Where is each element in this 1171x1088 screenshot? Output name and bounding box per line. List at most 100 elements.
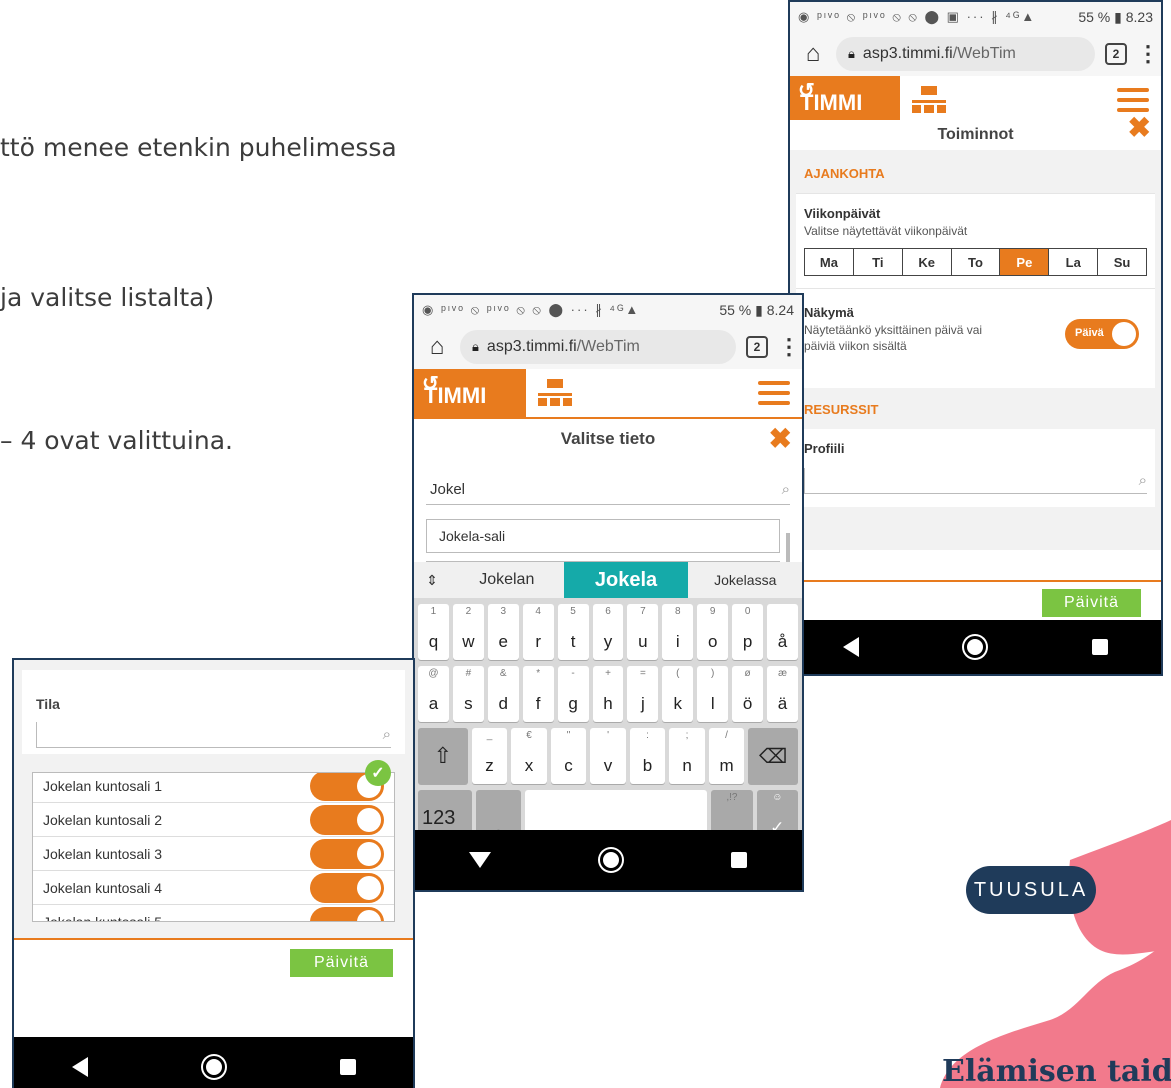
key-label: r — [535, 632, 541, 651]
key[interactable]: 3e — [487, 604, 519, 660]
key-label: b — [642, 756, 653, 775]
view-toggle-knob — [1112, 322, 1136, 346]
key[interactable]: = j — [627, 666, 659, 722]
url-domain: asp3.timmi.fi — [862, 45, 953, 62]
key[interactable]: :b — [629, 728, 666, 784]
weekday-ti[interactable]: Ti — [852, 249, 902, 275]
weekday-ke[interactable]: Ke — [901, 249, 951, 275]
tab-count-button[interactable]: 2 — [1105, 43, 1127, 65]
weekday-pe[interactable]: Pe — [999, 249, 1049, 275]
weekdays-card: Viikonpäivät Valitse näytettävät viikonp… — [796, 193, 1155, 288]
close-icon[interactable]: ✖ — [769, 425, 792, 453]
suggestion-center[interactable]: Jokela — [563, 562, 689, 598]
key[interactable]: / m — [708, 728, 745, 784]
profile-card: Profiili ⌕ — [796, 429, 1155, 507]
key[interactable]: _ z — [471, 728, 508, 784]
weekday-ma[interactable]: Ma — [805, 249, 853, 275]
tila-search-input[interactable]: ⌕ — [36, 722, 391, 748]
key[interactable]: 9o — [697, 604, 729, 660]
result-item[interactable]: Jokela-sali — [426, 519, 780, 553]
key[interactable]: 2w — [452, 604, 484, 660]
search-icon: ⌕ — [1138, 472, 1147, 489]
key[interactable]: ' v — [590, 728, 626, 784]
key[interactable]: (k — [662, 666, 694, 722]
recents-icon[interactable] — [1092, 639, 1109, 655]
recents-icon[interactable] — [339, 1059, 356, 1075]
key[interactable]: 7u — [627, 604, 659, 660]
close-icon[interactable]: ✖ — [1128, 114, 1151, 142]
org-chart-icon[interactable] — [912, 86, 946, 114]
toggle-switch[interactable] — [310, 872, 384, 903]
home-button-icon[interactable] — [964, 636, 987, 658]
toggle-switch[interactable] — [310, 838, 384, 869]
timmi-logo: ↺ TIMMI — [414, 369, 526, 417]
key[interactable]: ; n — [669, 728, 705, 784]
key[interactable]: ) l — [697, 666, 729, 722]
address-field[interactable]: 🔒︎ asp3.timmi.fi/WebTim — [836, 37, 1095, 71]
search-icon: ⌕ — [382, 726, 391, 743]
org-chart-icon[interactable] — [538, 379, 572, 407]
tila-toggle-list: Jokelan kuntosali 1 Jokelan kuntosali 2 Jo… — [33, 773, 394, 921]
more-menu-icon[interactable]: ⋮ — [1137, 41, 1159, 67]
android-nav-bar — [790, 620, 1161, 674]
key[interactable]: " c — [550, 728, 587, 784]
recents-icon[interactable] — [731, 852, 748, 868]
more-menu-icon[interactable]: ⋮ — [778, 334, 800, 360]
key[interactable]: 8i — [662, 604, 694, 660]
phone-screenshot-toiminnot: ◉ ᵖᶦᵛᵒ ⦸ ᵖᶦᵛᵒ ⦸ ⦸ ⬤ ▣ ··· ∦ ⁴ᴳ▲ 55 % ▮ 8… — [788, 0, 1163, 676]
update-bar: Päivitä — [14, 938, 413, 986]
shift-icon[interactable]: ⇧ — [418, 728, 468, 784]
key[interactable]: 4r — [522, 604, 554, 660]
key-label: h — [603, 694, 613, 713]
slide-text-line-3: – 4 ovat valittuina. — [0, 426, 233, 455]
back-icon[interactable] — [842, 637, 859, 657]
address-field[interactable]: 🔒︎ asp3.timmi.fi/WebTim — [460, 330, 736, 364]
suggestion-left[interactable]: Jokelan — [450, 571, 564, 589]
key[interactable]: -g — [557, 666, 589, 722]
hamburger-menu-icon[interactable] — [758, 381, 790, 411]
key[interactable]: € x — [511, 728, 547, 784]
key-label: f — [535, 694, 541, 713]
weekday-la[interactable]: La — [1048, 249, 1098, 275]
key[interactable]: # s — [452, 666, 484, 722]
key[interactable]: 6y — [592, 604, 624, 660]
update-button[interactable]: Päivitä — [289, 949, 393, 977]
select-body: Jokel ⌕ Jokela-saliJokelan kuntosali — [414, 461, 802, 621]
key[interactable]: å — [767, 604, 798, 660]
android-nav-bar — [414, 830, 802, 890]
home-button-icon[interactable] — [599, 849, 622, 871]
home-icon[interactable]: ⌂ — [800, 40, 826, 68]
key-label: s — [464, 694, 473, 713]
key[interactable]: * f — [522, 666, 554, 722]
weekday-su[interactable]: Su — [1097, 249, 1147, 275]
tab-count-button[interactable]: 2 — [746, 336, 768, 358]
profile-search-input[interactable]: ⌕ — [804, 468, 1147, 494]
section-resurssit-heading: RESURSSIT — [804, 402, 879, 417]
key[interactable]: øö — [732, 666, 764, 722]
key[interactable]: 0p — [732, 604, 764, 660]
key-label: q — [428, 632, 439, 651]
suggestion-right[interactable]: Jokelassa — [688, 572, 802, 588]
suggestion-expand-icon[interactable]: ⇕ — [414, 572, 450, 589]
update-button[interactable]: Päivitä — [1041, 589, 1141, 617]
key[interactable]: æä — [767, 666, 798, 722]
view-toggle[interactable]: Päivä — [1065, 319, 1139, 349]
weekday-to[interactable]: To — [950, 249, 1000, 275]
backspace-icon[interactable]: ⌫ — [748, 728, 799, 784]
sheet-title: Valitse tieto ✖ — [414, 419, 802, 459]
home-icon[interactable]: ⌂ — [424, 333, 450, 361]
key[interactable]: & d — [487, 666, 519, 722]
battery-clock: 55 % ▮ 8.24 — [719, 301, 794, 318]
key-hint: 8 — [675, 606, 681, 617]
key[interactable]: 1q — [418, 604, 449, 660]
key-label: n — [682, 756, 692, 775]
toggle-switch[interactable] — [310, 906, 384, 921]
search-input[interactable]: Jokel ⌕ — [426, 475, 790, 505]
back-icon[interactable] — [71, 1057, 88, 1077]
toggle-switch[interactable] — [310, 804, 384, 835]
key[interactable]: + h — [592, 666, 624, 722]
key[interactable]: @ a — [418, 666, 449, 722]
key[interactable]: 5t — [557, 604, 589, 660]
home-button-icon[interactable] — [202, 1056, 225, 1078]
hide-keyboard-icon[interactable] — [468, 852, 491, 868]
